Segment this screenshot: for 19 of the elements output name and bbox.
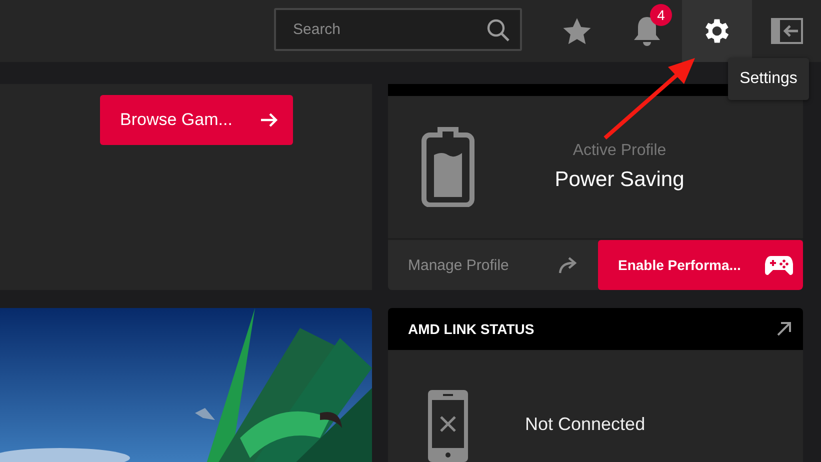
search-field[interactable]: Search bbox=[274, 8, 522, 51]
expand-icon[interactable] bbox=[777, 322, 791, 336]
connection-status: Not Connected bbox=[525, 414, 646, 435]
battery-icon bbox=[420, 127, 476, 207]
tooltip: Settings bbox=[728, 58, 809, 100]
enable-performance-button[interactable]: Enable Performa... bbox=[598, 240, 803, 290]
exit-icon bbox=[770, 18, 802, 44]
profile-caption: Active Profile bbox=[572, 142, 666, 160]
notification-badge: 4 bbox=[650, 4, 672, 26]
profile-name: Power Saving bbox=[554, 168, 684, 192]
star-icon bbox=[563, 18, 591, 44]
card-title: AMD LINK STATUS bbox=[408, 321, 534, 337]
notifications-button[interactable]: 4 bbox=[612, 0, 682, 62]
settings-button[interactable] bbox=[682, 0, 752, 62]
arrow-right-icon bbox=[260, 112, 278, 128]
manage-profile-button[interactable]: Manage Profile bbox=[388, 240, 598, 290]
browse-games-button[interactable]: Browse Gam... bbox=[100, 95, 293, 145]
search-icon bbox=[486, 18, 510, 42]
gamepad-icon bbox=[765, 255, 793, 275]
